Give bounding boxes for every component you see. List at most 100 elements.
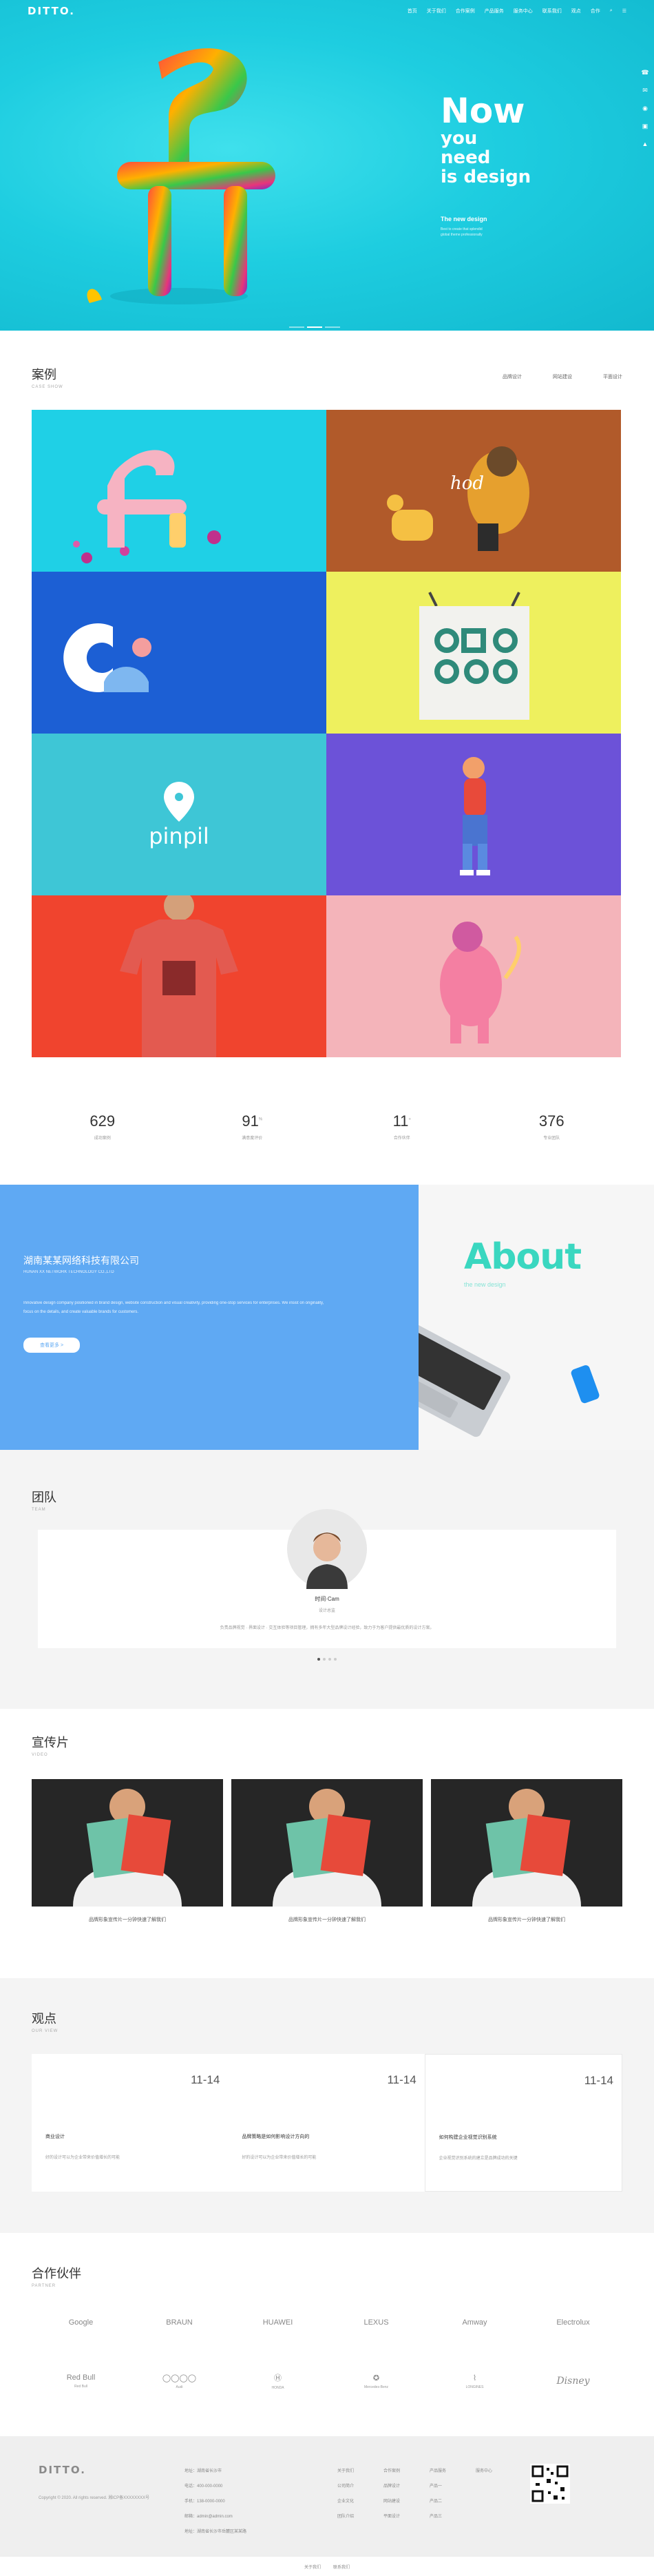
views-subtitle: OUR VIEW bbox=[32, 2029, 59, 2033]
carousel-dot[interactable] bbox=[323, 1658, 326, 1661]
video-item[interactable]: 品牌形象宣传片一分钟快速了解我们 bbox=[431, 1779, 622, 1923]
menu-icon[interactable]: ☰ bbox=[622, 8, 626, 14]
case-item[interactable] bbox=[32, 410, 326, 572]
views-title: 观点 bbox=[32, 2012, 56, 2026]
partner-logo-longines[interactable]: ⌇ LONGINES bbox=[425, 2367, 524, 2395]
team-card[interactable]: 时间·Cam 设计总监 负责品牌视觉 · 界面设计 · 交互体验等项目管理，拥有… bbox=[38, 1509, 616, 1648]
partner-sub: HONDA bbox=[271, 2386, 284, 2390]
stat-label: 成功案例 bbox=[94, 1136, 111, 1141]
tab-web[interactable]: 网站建设 bbox=[553, 373, 572, 380]
partner-name: HUAWEI bbox=[262, 2318, 293, 2327]
partner-logo-amway[interactable]: Amway bbox=[425, 2309, 524, 2336]
footer-link[interactable]: 企业文化 bbox=[337, 2494, 354, 2509]
about-visual: About the new design bbox=[419, 1185, 654, 1450]
stat-item: 629 成功案例 bbox=[48, 1112, 158, 1154]
pager-dot-active[interactable] bbox=[307, 326, 322, 328]
view-card[interactable]: 11-14 商业设计 好的设计可以为企业带来价值增长的可能 bbox=[32, 2054, 228, 2192]
pager-dot[interactable] bbox=[289, 326, 304, 328]
nav-item-home[interactable]: 首页 bbox=[408, 8, 417, 14]
case-item[interactable] bbox=[32, 572, 326, 734]
view-desc: 企业视觉识别系统的建立是品牌成功的关键 bbox=[439, 2157, 518, 2161]
case-item[interactable] bbox=[326, 895, 621, 1057]
partner-logo-electrolux[interactable]: Electrolux bbox=[524, 2309, 622, 2336]
case-item[interactable]: pinpil bbox=[32, 734, 326, 895]
bottom-link[interactable]: 关于我们 bbox=[304, 2564, 321, 2570]
about-more-button[interactable]: 查看更多 > bbox=[23, 1338, 81, 1353]
partner-name: Google bbox=[68, 2318, 94, 2327]
team-carousel-dots bbox=[0, 1658, 654, 1661]
partner-logo-disney[interactable]: Disney bbox=[524, 2367, 622, 2395]
bottom-link[interactable]: 联系我们 bbox=[333, 2564, 350, 2570]
pinpil-logo-text: pinpil bbox=[149, 823, 209, 849]
footer-link[interactable]: 关于我们 bbox=[337, 2464, 354, 2479]
partner-logo-braun[interactable]: BRAUN bbox=[130, 2309, 229, 2336]
partner-logo-audi[interactable]: ◯◯◯◯ Audi bbox=[130, 2367, 229, 2395]
site-logo[interactable]: DITTO. bbox=[28, 5, 75, 17]
video-section: 宣传片 VIDEO 品牌形象宣传片一分钟快速了解我们 品牌形象宣传片一分钟快速了… bbox=[0, 1709, 654, 1978]
qq-icon[interactable]: ◉ bbox=[640, 105, 651, 116]
view-card[interactable]: 11-14 如何构建企业视觉识别系统 企业视觉识别系统的建立是品牌成功的关键 bbox=[424, 2054, 622, 2192]
footer-link[interactable]: 平面设计 bbox=[383, 2509, 400, 2524]
hero-tagline: The new design bbox=[441, 216, 487, 222]
partner-logo-redbull[interactable]: Red Bull Red Bull bbox=[32, 2367, 130, 2395]
partner-logo-google[interactable]: Google bbox=[32, 2309, 130, 2336]
video-item[interactable]: 品牌形象宣传片一分钟快速了解我们 bbox=[231, 1779, 423, 1923]
partner-logo-huawei[interactable]: HUAWEI bbox=[229, 2309, 327, 2336]
carousel-dot[interactable] bbox=[334, 1658, 337, 1661]
footer-link[interactable]: 产品二 bbox=[430, 2494, 446, 2509]
top-icon[interactable]: ▲ bbox=[640, 141, 651, 152]
footer-link[interactable]: 合作案例 bbox=[383, 2464, 400, 2479]
footer-link[interactable]: 公司简介 bbox=[337, 2479, 354, 2494]
partners-title: 合作伙伴 bbox=[32, 2267, 81, 2281]
phone-icon[interactable]: ☎ bbox=[640, 69, 651, 80]
case-grid: hod pinpil bbox=[32, 410, 622, 1057]
bottom-bar: 关于我们 联系我们 bbox=[0, 2557, 654, 2576]
partners-subtitle: PARTNER bbox=[32, 2284, 56, 2288]
footer-link[interactable]: 产品三 bbox=[430, 2509, 446, 2524]
case-item[interactable]: hod bbox=[326, 410, 621, 572]
partner-logo-honda[interactable]: Ⓗ HONDA bbox=[229, 2367, 327, 2395]
tab-brand[interactable]: 品牌设计 bbox=[503, 373, 522, 380]
footer-link[interactable]: 产品一 bbox=[430, 2479, 446, 2494]
view-title: 如何构建企业视觉识别系统 bbox=[439, 2135, 497, 2140]
video-thumbnail[interactable] bbox=[32, 1779, 223, 1907]
nav-item-contact[interactable]: 联系我们 bbox=[542, 8, 562, 14]
case-item[interactable] bbox=[32, 895, 326, 1057]
team-member-name: 时间·Cam bbox=[315, 1596, 339, 1602]
video-item[interactable]: 品牌形象宣传片一分钟快速了解我们 bbox=[32, 1779, 223, 1923]
video-thumbnail[interactable] bbox=[431, 1779, 622, 1907]
partner-name: Disney bbox=[556, 2376, 590, 2387]
footer-logo[interactable]: DITTO. bbox=[39, 2464, 615, 2476]
about-company-en: HUNAN XX NETWORK TECHNOLOGY CO.,LTD bbox=[23, 1270, 114, 1274]
video-thumbnail[interactable] bbox=[231, 1779, 423, 1907]
tab-graphic[interactable]: 平面设计 bbox=[603, 373, 622, 380]
wechat-icon[interactable]: ▣ bbox=[640, 123, 651, 134]
chat-icon[interactable]: ✉ bbox=[640, 87, 651, 98]
nav-item-views[interactable]: 观点 bbox=[571, 8, 581, 14]
footer-link[interactable]: 网站建设 bbox=[383, 2494, 400, 2509]
view-card[interactable]: 11-14 品牌策略是如何影响设计方向的 好的设计可以为企业带来价值增长的可能 bbox=[228, 2054, 424, 2192]
stat-suffix: % bbox=[258, 1117, 263, 1122]
case-item[interactable] bbox=[326, 734, 621, 895]
footer-link[interactable]: 服务中心 bbox=[476, 2464, 492, 2479]
nav-item-products[interactable]: 产品服务 bbox=[485, 8, 504, 14]
hero-illustration bbox=[87, 48, 275, 304]
search-icon[interactable]: ⌕ bbox=[610, 8, 613, 14]
partner-name: BRAUN bbox=[166, 2318, 193, 2327]
stat-label: 满意度评价 bbox=[242, 1136, 263, 1141]
partner-logo-lexus[interactable]: LEXUS bbox=[327, 2309, 425, 2336]
team-member-desc: 负责品牌视觉 · 界面设计 · 交互体验等项目管理，拥有多年大型品牌设计经验，致… bbox=[220, 1626, 434, 1630]
nav-item-partners[interactable]: 合作 bbox=[591, 8, 600, 14]
footer-link[interactable]: 产品服务 bbox=[430, 2464, 446, 2479]
partner-logo-mercedes[interactable]: ✪ Mercedes-Benz bbox=[327, 2367, 425, 2395]
nav-item-service[interactable]: 服务中心 bbox=[514, 8, 533, 14]
carousel-dot-active[interactable] bbox=[317, 1658, 320, 1661]
pager-dot[interactable] bbox=[325, 326, 340, 328]
case-item[interactable] bbox=[326, 572, 621, 734]
carousel-dot[interactable] bbox=[328, 1658, 331, 1661]
footer-link[interactable]: 团队介绍 bbox=[337, 2509, 354, 2524]
nav-item-cases[interactable]: 合作案例 bbox=[456, 8, 475, 14]
video-list: 品牌形象宣传片一分钟快速了解我们 品牌形象宣传片一分钟快速了解我们 品牌形象宣传… bbox=[32, 1779, 622, 1923]
nav-item-about[interactable]: 关于我们 bbox=[427, 8, 446, 14]
footer-link[interactable]: 品牌设计 bbox=[383, 2479, 400, 2494]
